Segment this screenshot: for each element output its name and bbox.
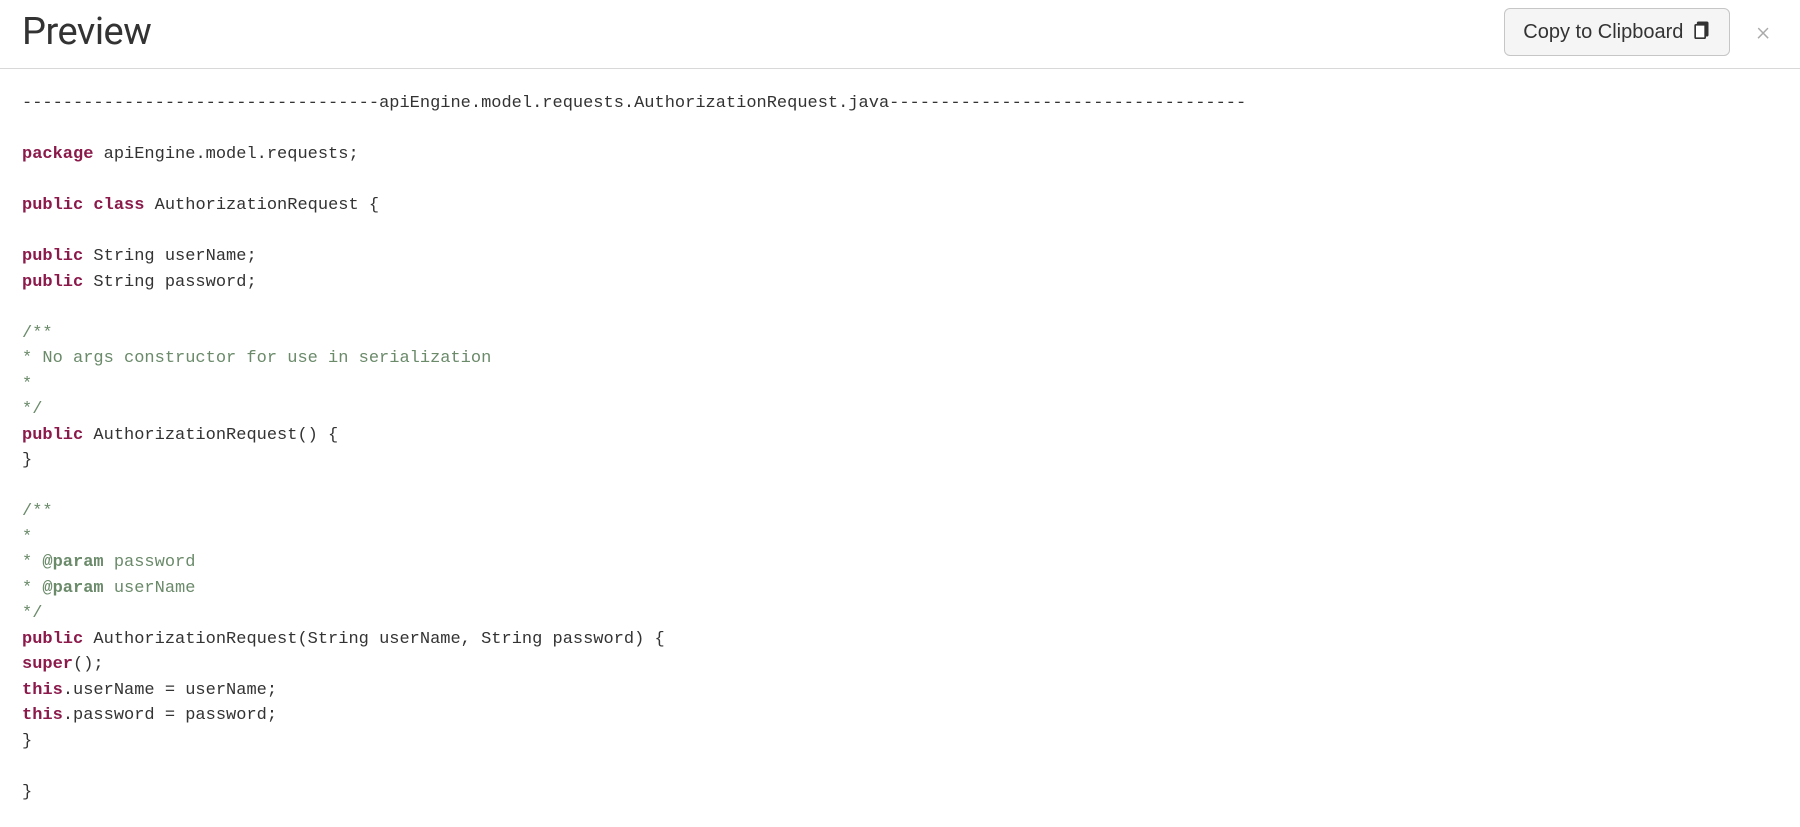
keyword-public: public — [22, 273, 83, 292]
copy-button-label: Copy to Clipboard — [1523, 21, 1683, 44]
javadoc-line: * — [22, 375, 32, 394]
keyword-this: this — [22, 681, 63, 700]
javadoc-line: * @param password — [22, 553, 195, 572]
keyword-public: public — [22, 196, 83, 215]
javadoc-line: */ — [22, 604, 42, 623]
javadoc-line: * @param userName — [22, 579, 195, 598]
constructor-args: AuthorizationRequest(String userName, St… — [83, 630, 665, 649]
javadoc-param-name: userName — [104, 579, 196, 598]
javadoc-line: */ — [22, 400, 42, 419]
divider-dashes-right: ----------------------------------- — [889, 94, 1246, 113]
page-title: Preview — [22, 10, 151, 54]
package-name: apiEngine.model.requests; — [93, 145, 358, 164]
divider-dashes-left: ----------------------------------- — [22, 94, 379, 113]
keyword-this: this — [22, 706, 63, 725]
javadoc-line: * — [22, 528, 32, 547]
javadoc-prefix: * — [22, 553, 42, 572]
keyword-package: package — [22, 145, 93, 164]
super-call: (); — [73, 655, 104, 674]
javadoc-tag-param: @param — [42, 579, 103, 598]
brace-close: } — [22, 451, 32, 470]
keyword-super: super — [22, 655, 73, 674]
keyword-public: public — [22, 426, 83, 445]
field-username: String userName; — [83, 247, 256, 266]
brace-close: } — [22, 732, 32, 751]
file-name: apiEngine.model.requests.AuthorizationRe… — [379, 94, 889, 113]
file-divider: -----------------------------------apiEn… — [22, 94, 1246, 113]
javadoc-line: * No args constructor for use in seriali… — [22, 349, 491, 368]
header-actions: Copy to Clipboard × — [1504, 8, 1778, 56]
copy-to-clipboard-button[interactable]: Copy to Clipboard — [1504, 8, 1730, 56]
assign-username: .userName = userName; — [63, 681, 277, 700]
modal-header: Preview Copy to Clipboard × — [0, 0, 1800, 69]
class-declaration: AuthorizationRequest { — [144, 196, 379, 215]
javadoc-tag-param: @param — [42, 553, 103, 572]
javadoc-line: /** — [22, 502, 53, 521]
keyword-public: public — [22, 247, 83, 266]
clipboard-icon — [1691, 19, 1711, 45]
code-preview: -----------------------------------apiEn… — [0, 69, 1800, 827]
javadoc-param-name: password — [104, 553, 196, 572]
close-icon[interactable]: × — [1748, 13, 1778, 51]
field-password: String password; — [83, 273, 256, 292]
keyword-class: class — [93, 196, 144, 215]
brace-close: } — [22, 783, 32, 802]
constructor-noargs: AuthorizationRequest() { — [83, 426, 338, 445]
javadoc-prefix: * — [22, 579, 42, 598]
javadoc-line: /** — [22, 324, 53, 343]
keyword-public: public — [22, 630, 83, 649]
assign-password: .password = password; — [63, 706, 277, 725]
